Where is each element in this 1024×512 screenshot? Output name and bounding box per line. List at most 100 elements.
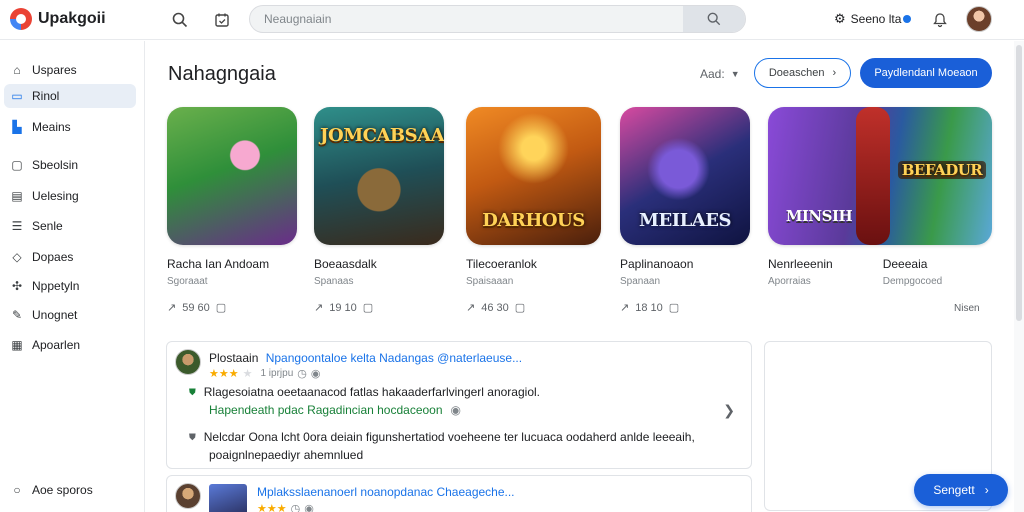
sidebar-item-uelesing[interactable]: ▤ Uelesing xyxy=(4,184,136,208)
sidebar-item-label: Senle xyxy=(32,219,63,233)
game-tile-image[interactable]: MEILAES xyxy=(620,107,750,245)
game-name[interactable]: Paplinanoaon xyxy=(620,257,750,271)
game-name[interactable]: Tilecoeranlok xyxy=(466,257,601,271)
review-header: Mplaksslaenanoerl noanopdanac Chaeageche… xyxy=(257,485,515,499)
gear-icon: ⚙ xyxy=(834,11,846,26)
main-content: Nahagngaia Aad: ▼ Doeaschen › Paydlendan… xyxy=(146,41,1014,512)
game-card[interactable]: JOMCABSAAI Boeaasdalk Spanaas ↗ 19 10 ▢ xyxy=(314,107,444,314)
game-tile-image[interactable] xyxy=(167,107,297,245)
sidebar-item-label: Nppetyln xyxy=(32,279,80,293)
reviewer-name[interactable]: Plostaain xyxy=(209,351,258,365)
top-bar: Upakgoii ⚙ Seeno lta xyxy=(0,0,1024,40)
document-icon: ▤ xyxy=(11,189,23,203)
globe-icon: ◉ xyxy=(450,403,462,417)
game-name[interactable]: Deeeaia xyxy=(883,257,942,271)
list-icon: ☰ xyxy=(11,219,23,233)
game-tile-text: BEFADUR xyxy=(898,161,986,179)
top-link-label: Seeno lta xyxy=(850,12,902,26)
calendar-icon[interactable] xyxy=(212,10,232,30)
scrollbar-thumb[interactable] xyxy=(1016,45,1022,321)
comment-icon: ▢ xyxy=(215,302,227,314)
user-avatar[interactable] xyxy=(966,6,992,32)
game-stats: ↗ 59 60 ▢ xyxy=(167,301,297,315)
clock-icon: ◷ xyxy=(290,503,301,512)
sidebar-item-dopaes[interactable]: ◇ Dopaes xyxy=(4,245,136,269)
review-line[interactable]: Hapendeath pdac Ragadincian hocdaceoon ◉ xyxy=(209,403,461,417)
sidebar-item-uspares[interactable]: ⌂ Uspares xyxy=(4,58,136,82)
game-subtitle: Sgoraaat xyxy=(167,276,208,287)
game-tile-text: JOMCABSAAI xyxy=(320,125,444,146)
thumbs-icon: ↗ xyxy=(167,302,177,314)
secondary-button-label: Doeaschen xyxy=(768,67,825,79)
sidebar-item-apoarlen[interactable]: ▦ Apoarlen xyxy=(4,333,136,357)
sidebar-footer-item[interactable]: ○ Aoe sporos xyxy=(4,478,136,502)
game-tile-image[interactable]: MINSIH BEFADUR xyxy=(768,107,992,245)
top-link[interactable]: ⚙ Seeno lta xyxy=(834,11,912,27)
reviewer-avatar[interactable] xyxy=(175,349,201,375)
sidebar-item-unognet[interactable]: ✎ Unognet xyxy=(4,303,136,327)
expand-arrow-icon[interactable]: ❯ xyxy=(723,402,735,419)
game-card[interactable]: MEILAES Paplinanoaon Spanaan ↗ 18 10 ▢ xyxy=(620,107,750,314)
sort-dropdown[interactable]: Aad: ▼ xyxy=(700,67,740,81)
sidebar-item-label: Unognet xyxy=(32,308,78,322)
sidebar-item-meains[interactable]: ▙ Meains xyxy=(4,115,136,139)
star-rating: ★★★ ★ 1 iprjpu ◷ ◉ xyxy=(209,367,321,380)
game-name[interactable]: Racha Ian Andoam xyxy=(167,257,297,271)
game-card[interactable]: MINSIH BEFADUR Nenrleeenin Aporraias Dee… xyxy=(768,107,992,287)
star-icon: ★★★ xyxy=(209,368,239,380)
review-card: Mplaksslaenanoerl noanopdanac Chaeageche… xyxy=(166,475,752,512)
search-icon[interactable] xyxy=(170,10,190,30)
primary-button[interactable]: Paydlendanl Moeaon xyxy=(860,58,992,88)
comment-icon: ▢ xyxy=(668,302,680,314)
review-meta[interactable]: Mplaksslaenanoerl noanopdanac Chaeageche… xyxy=(257,485,515,499)
sidebar-item-label: Dopaes xyxy=(32,250,74,264)
star-rating: ★★★ ◷ ◉ xyxy=(257,502,314,512)
sidebar-item-senle[interactable]: ☰ Senle xyxy=(4,214,136,238)
game-card[interactable]: Racha Ian Andoam Sgoraaat ↗ 59 60 ▢ xyxy=(167,107,297,314)
game-tile-image[interactable]: DARHOUS xyxy=(466,107,601,245)
puzzle-icon: ✣ xyxy=(11,279,23,293)
sidebar-item-rinol[interactable]: ▭ Rinol xyxy=(4,84,136,108)
more-link[interactable]: Nisen xyxy=(954,303,980,314)
sidebar-item-label: Uelesing xyxy=(32,189,79,203)
sidebar-footer-label: Aoe sporos xyxy=(32,483,93,497)
reviewer-avatar[interactable] xyxy=(175,483,201,509)
review-text: Nelcdar Oona lcht 0ora deiain figunshert… xyxy=(203,430,695,444)
shield-icon: ⛊ xyxy=(189,431,196,442)
review-meta[interactable]: Npangoontaloe kelta Nadangas @naterlaeus… xyxy=(266,351,522,365)
globe-icon: ◉ xyxy=(310,368,321,380)
search-input[interactable] xyxy=(250,6,684,32)
game-thumbnail[interactable] xyxy=(209,484,247,512)
secondary-button[interactable]: Doeaschen › xyxy=(754,58,851,88)
sidebar-item-label: Sbeolsin xyxy=(32,158,79,172)
search-submit-button[interactable] xyxy=(683,6,745,32)
game-name[interactable]: Nenrleeenin xyxy=(768,257,833,271)
bell-icon[interactable] xyxy=(930,10,950,30)
review-text: Rlagesoiatna oeetaanacod fatlas hakaader… xyxy=(203,385,540,399)
sidebar-item-nppetyln[interactable]: ✣ Nppetyln xyxy=(4,274,136,298)
sidebar-item-label: Rinol xyxy=(32,89,60,103)
game-subtitle: Spanaan xyxy=(620,276,661,287)
review-link-text[interactable]: Hapendeath pdac Ragadincian hocdaceoon xyxy=(209,403,443,417)
search-icon xyxy=(707,12,721,26)
scrollbar[interactable] xyxy=(1014,41,1024,512)
floating-action-button[interactable]: Sengett › xyxy=(914,474,1008,506)
thumbs-icon: ↗ xyxy=(466,302,476,314)
clock-icon: ◷ xyxy=(297,368,307,380)
game-name[interactable]: Boeaasdalk xyxy=(314,257,444,271)
square-icon: ▢ xyxy=(11,158,23,172)
game-tile-image[interactable]: JOMCABSAAI xyxy=(314,107,444,245)
game-names-row: Nenrleeenin Aporraias Deeeaia Dempgocoed xyxy=(768,245,992,287)
review-card: Plostaain Npangoontaloe kelta Nadangas @… xyxy=(166,341,752,469)
game-subtitle: Spanaas xyxy=(314,276,354,287)
game-card[interactable]: DARHOUS Tilecoeranlok Spaisaaan ↗ 46 30 … xyxy=(466,107,601,314)
sidebar-item-sbeolsin[interactable]: ▢ Sbeolsin xyxy=(4,153,136,177)
page-title: Nahagngaia xyxy=(168,63,276,85)
globe-icon: ◉ xyxy=(304,503,314,512)
chart-icon: ▙ xyxy=(12,120,22,134)
review-header: Plostaain Npangoontaloe kelta Nadangas @… xyxy=(209,351,522,365)
search-bar[interactable] xyxy=(249,5,746,33)
app-logo[interactable]: Upakgoii xyxy=(10,8,106,30)
game-stats: ↗ 18 10 ▢ xyxy=(620,301,750,315)
game-tile-text: MINSIH xyxy=(785,207,853,225)
